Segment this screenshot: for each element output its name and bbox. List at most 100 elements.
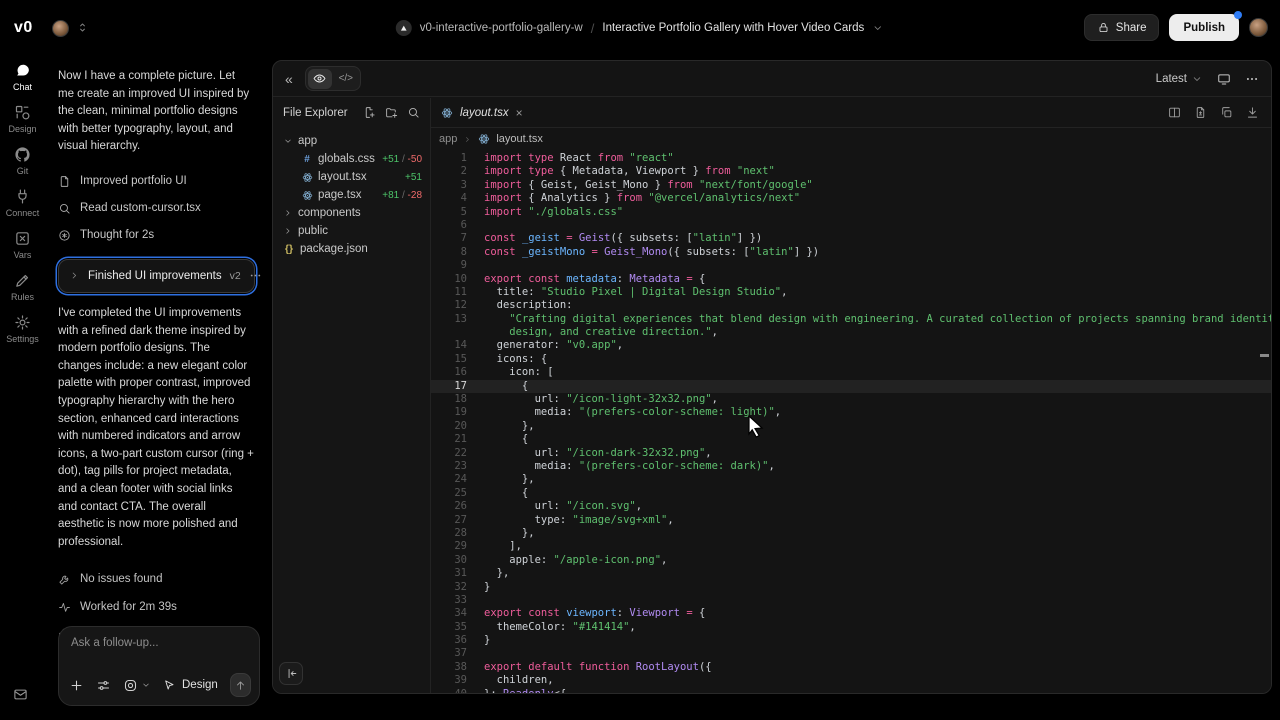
sidebar-item-git[interactable]: Git bbox=[0, 140, 45, 182]
code-line: 10export const metadata: Metadata = { bbox=[431, 273, 1271, 286]
version-dropdown[interactable]: Latest bbox=[1156, 73, 1203, 85]
sidebar-item-rules[interactable]: Rules bbox=[0, 266, 45, 308]
breadcrumb-divider: / bbox=[591, 21, 595, 36]
version-card-title: Finished UI improvements bbox=[88, 270, 222, 282]
user-avatar[interactable] bbox=[1249, 18, 1268, 37]
editor-toolbar: « </> Latest bbox=[273, 61, 1271, 97]
code-line: 18 url: "/icon-light-32x32.png", bbox=[431, 393, 1271, 406]
chevron-down-icon[interactable] bbox=[872, 22, 884, 34]
assistant-message: I've completed the UI improvements with … bbox=[58, 305, 254, 551]
tree-file-package-json[interactable]: {}package.json bbox=[273, 240, 430, 258]
cursor-arrow-icon bbox=[163, 679, 176, 692]
tree-file-page-tsx[interactable]: page.tsx+81 / -28 bbox=[273, 186, 430, 204]
chat-title[interactable]: Interactive Portfolio Gallery with Hover… bbox=[602, 22, 864, 34]
sidebar-item-settings[interactable]: Settings bbox=[0, 308, 45, 350]
assistant-message: Now I have a complete picture. Let me cr… bbox=[58, 68, 254, 156]
code-breadcrumb: app layout.tsx bbox=[431, 128, 1271, 150]
collapse-panel-icon[interactable]: « bbox=[285, 71, 293, 87]
sidebar-item-connect[interactable]: Connect bbox=[0, 182, 45, 224]
code-line: 7const _geist = Geist({ subsets: ["latin… bbox=[431, 232, 1271, 245]
design-mode-chip[interactable]: Design bbox=[163, 679, 218, 692]
media-select[interactable] bbox=[123, 678, 151, 693]
plus-icon[interactable] bbox=[69, 678, 84, 693]
code-line: 2import type { Metadata, Viewport } from… bbox=[431, 165, 1271, 178]
code-line: 21 { bbox=[431, 433, 1271, 446]
workspace-avatar[interactable] bbox=[52, 20, 69, 37]
scrollbar-marker[interactable] bbox=[1260, 354, 1269, 357]
workspace-switcher-icon[interactable] bbox=[76, 21, 89, 39]
share-button[interactable]: Share bbox=[1084, 14, 1160, 41]
code-line: 35 themeColor: "#141414", bbox=[431, 621, 1271, 634]
status-rows: No issues foundWorked for 2m 39s bbox=[58, 565, 268, 621]
diff-stats: +81 / -28 bbox=[382, 190, 422, 201]
version-card[interactable]: Finished UI improvements v2 bbox=[58, 259, 255, 293]
chevron-down-icon bbox=[141, 680, 151, 690]
code-line: 5import "./globals.css" bbox=[431, 206, 1271, 219]
file-explorer: File Explorer app#globals.css+51 / -50la… bbox=[273, 98, 431, 693]
code-line: 20 }, bbox=[431, 420, 1271, 433]
code-line: 8const _geistMono = Geist_Mono({ subsets… bbox=[431, 246, 1271, 259]
more-options-icon[interactable] bbox=[1245, 72, 1259, 86]
tree-file-layout-tsx[interactable]: layout.tsx+51 bbox=[273, 168, 430, 186]
copy-icon[interactable] bbox=[1220, 106, 1233, 119]
more-options-icon[interactable] bbox=[249, 269, 262, 282]
code-line: 26 url: "/icon.svg", bbox=[431, 500, 1271, 513]
tree-folder-public[interactable]: public bbox=[273, 222, 430, 240]
editor-panel: « </> Latest File Explorer app#globals.c… bbox=[272, 60, 1272, 694]
mail-icon[interactable] bbox=[13, 687, 28, 707]
followup-input[interactable]: Ask a follow-up... bbox=[71, 637, 249, 649]
status-row: Worked for 2m 39s bbox=[58, 593, 268, 621]
vercel-triangle-icon[interactable] bbox=[396, 20, 412, 36]
editor-tabbar: layout.tsx × bbox=[431, 98, 1271, 128]
code-line: 11 title: "Studio Pixel | Digital Design… bbox=[431, 286, 1271, 299]
file-tree: app#globals.css+51 / -50layout.tsx+51pag… bbox=[273, 132, 430, 258]
code-line: 39 children, bbox=[431, 674, 1271, 687]
sidebar-item-chat[interactable]: Chat bbox=[0, 56, 45, 98]
breadcrumb-folder[interactable]: app bbox=[439, 133, 457, 145]
tree-folder-components[interactable]: components bbox=[273, 204, 430, 222]
tree-folder-app[interactable]: app bbox=[273, 132, 430, 150]
media-icon bbox=[123, 678, 138, 693]
file-diff-icon[interactable] bbox=[1194, 106, 1207, 119]
code-line: 34export const viewport: Viewport = { bbox=[431, 607, 1271, 620]
view-toggle: </> bbox=[305, 66, 361, 91]
notification-dot bbox=[1234, 11, 1242, 19]
code-line: 17 { bbox=[431, 380, 1271, 393]
code-line: 3import { Geist, Geist_Mono } from "next… bbox=[431, 179, 1271, 192]
project-name[interactable]: v0-interactive-portfolio-gallery-w bbox=[420, 22, 583, 34]
sliders-icon[interactable] bbox=[96, 678, 111, 693]
download-icon[interactable] bbox=[1246, 106, 1259, 119]
left-nav-rail: ChatDesignGitConnectVarsRulesSettings bbox=[0, 56, 45, 720]
code-line: design, and creative direction.", bbox=[431, 326, 1271, 339]
chevron-right-icon bbox=[69, 270, 80, 281]
status-row: No issues found bbox=[58, 565, 268, 593]
device-preview-icon[interactable] bbox=[1217, 72, 1231, 86]
split-icon[interactable] bbox=[1168, 106, 1181, 119]
task-step[interactable]: Improved portfolio UI bbox=[58, 168, 268, 195]
code-line: 22 url: "/icon-dark-32x32.png", bbox=[431, 447, 1271, 460]
send-button[interactable] bbox=[230, 673, 251, 697]
code-view-toggle[interactable]: </> bbox=[334, 69, 358, 89]
close-tab-icon[interactable]: × bbox=[516, 106, 523, 120]
task-step[interactable]: Thought for 2s bbox=[58, 222, 268, 249]
sidebar-item-design[interactable]: Design bbox=[0, 98, 45, 140]
tree-file-globals-css[interactable]: #globals.css+51 / -50 bbox=[273, 150, 430, 168]
task-step[interactable]: Read custom-cursor.tsx bbox=[58, 195, 268, 222]
magnifier-icon bbox=[58, 202, 71, 215]
magnifier-icon[interactable] bbox=[407, 106, 420, 119]
code-line: 13 "Crafting digital experiences that bl… bbox=[431, 313, 1271, 326]
github-icon bbox=[14, 146, 31, 163]
tab-layout-tsx[interactable]: layout.tsx × bbox=[431, 98, 535, 128]
followup-composer[interactable]: Ask a follow-up... Design bbox=[58, 626, 260, 706]
react-atom-icon bbox=[301, 190, 313, 201]
sidebar-item-vars[interactable]: Vars bbox=[0, 224, 45, 266]
v0-logo[interactable]: v0 bbox=[14, 19, 33, 37]
new-file-icon[interactable] bbox=[363, 106, 376, 119]
code-content[interactable]: 1import type React from "react"2import t… bbox=[431, 152, 1271, 693]
new-folder-icon[interactable] bbox=[385, 106, 398, 119]
gear-icon bbox=[14, 314, 31, 331]
publish-button[interactable]: Publish bbox=[1169, 14, 1239, 41]
connect-icon bbox=[14, 188, 31, 205]
preview-eye-toggle[interactable] bbox=[308, 69, 332, 89]
collapse-explorer-button[interactable] bbox=[279, 662, 303, 685]
